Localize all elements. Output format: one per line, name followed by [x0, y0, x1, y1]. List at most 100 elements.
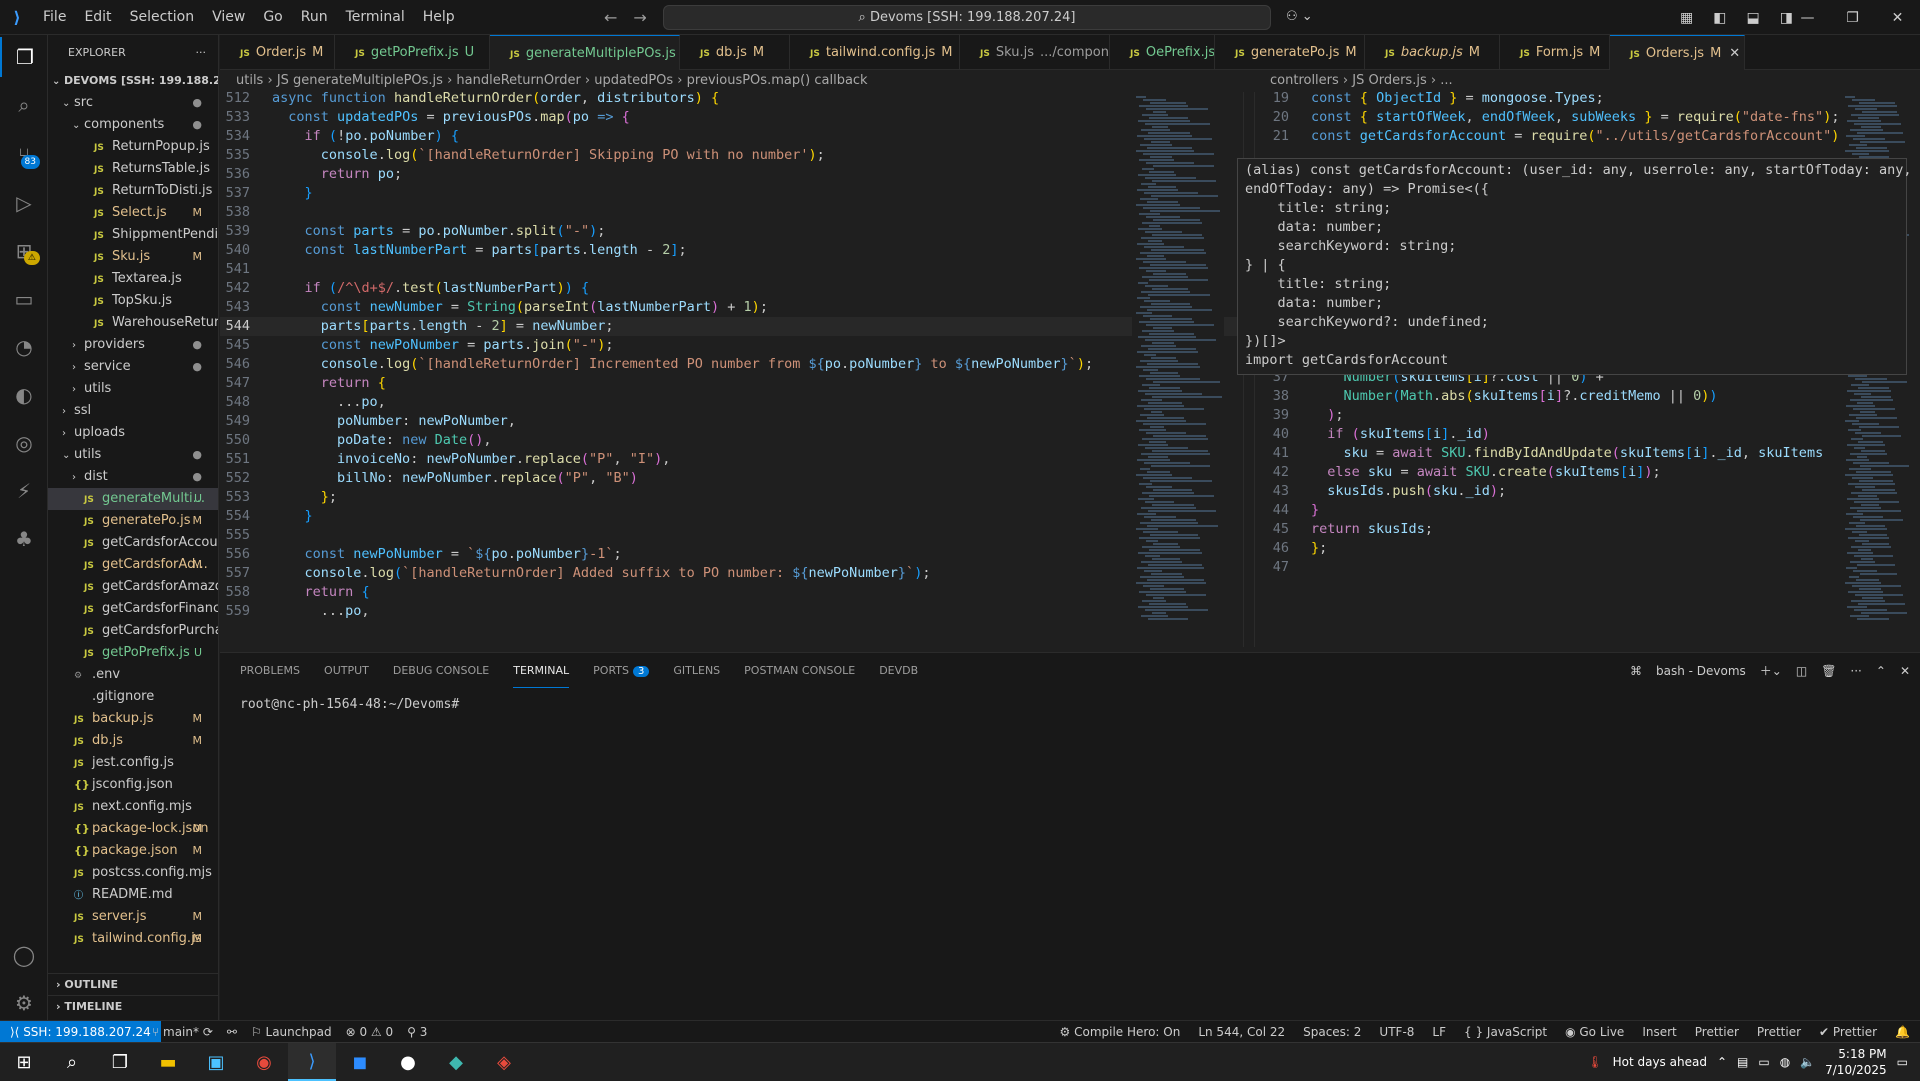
- minimize-icon[interactable]: —: [1785, 10, 1830, 26]
- app-icon-2[interactable]: ◆: [432, 1043, 480, 1081]
- tree-item[interactable]: › utils: [48, 378, 218, 400]
- code-line[interactable]: 40 if (skuItems[i]._id): [1255, 425, 1920, 444]
- tree-item[interactable]: › service ●: [48, 356, 218, 378]
- code-line[interactable]: 553 };: [220, 488, 1250, 507]
- close-window-icon[interactable]: ✕: [1875, 10, 1920, 26]
- customize-layout-icon[interactable]: ▦: [1680, 10, 1693, 26]
- golive-status[interactable]: ◉ Go Live: [1565, 1021, 1624, 1043]
- copilot-icon[interactable]: ⚇ ⌄: [1286, 9, 1313, 24]
- outline-section[interactable]: › OUTLINE: [48, 973, 218, 995]
- battery-icon[interactable]: ▭: [1758, 1055, 1769, 1069]
- tree-item[interactable]: JS server.js M: [48, 906, 218, 928]
- tree-item[interactable]: JS jest.config.js: [48, 752, 218, 774]
- deploy-icon[interactable]: ⚡: [0, 471, 48, 511]
- more-icon[interactable]: ···: [1850, 664, 1861, 678]
- breadcrumb-item[interactable]: JS generateMultiplePOs.js: [277, 73, 443, 88]
- toggle-sidebar-icon[interactable]: ◧: [1713, 10, 1726, 26]
- indentation[interactable]: Spaces: 2: [1303, 1021, 1361, 1043]
- encoding[interactable]: UTF-8: [1379, 1021, 1414, 1043]
- source-control-icon[interactable]: ⑂83: [0, 135, 48, 175]
- file-explorer-icon[interactable]: ▬: [144, 1043, 192, 1081]
- code-line[interactable]: 543 const newNumber = String(parseInt(la…: [220, 298, 1250, 317]
- tree-item[interactable]: › providers ●: [48, 334, 218, 356]
- breadcrumb-item[interactable]: updatedPOs: [594, 73, 673, 88]
- breadcrumb-item[interactable]: controllers: [1270, 73, 1339, 88]
- breadcrumb-item[interactable]: JS Orders.js: [1352, 73, 1426, 88]
- anydesk-icon[interactable]: ◈: [480, 1043, 528, 1081]
- code-line[interactable]: 534 if (!po.poNumber) {: [220, 127, 1250, 146]
- minimap-left[interactable]: [1132, 92, 1224, 647]
- tree-item[interactable]: JS backup.js M: [48, 708, 218, 730]
- problems-status[interactable]: ⊗ 0 ⚠ 0: [346, 1021, 394, 1043]
- toggle-panel-icon[interactable]: ⬓: [1746, 10, 1759, 26]
- panel-tab-ports[interactable]: PORTS 3: [593, 653, 650, 688]
- tree-item[interactable]: JS ReturnToDisti.js: [48, 180, 218, 202]
- tree-item[interactable]: JS getCardsforPurchasi...: [48, 620, 218, 642]
- breadcrumb-item[interactable]: utils: [236, 73, 263, 88]
- code-line[interactable]: 558 return {: [220, 583, 1250, 602]
- back-arrow-icon[interactable]: ←: [604, 8, 617, 27]
- code-line[interactable]: 547 return {: [220, 374, 1250, 393]
- insert-mode[interactable]: Insert: [1642, 1021, 1676, 1043]
- close-tab-icon[interactable]: ✕: [1729, 46, 1740, 61]
- maximize-panel-icon[interactable]: ⌃: [1876, 664, 1886, 678]
- explorer-icon[interactable]: ❐: [0, 37, 48, 77]
- code-line[interactable]: 535 console.log(`[handleReturnOrder] Ski…: [220, 146, 1250, 165]
- ports-status[interactable]: ⚲ 3: [407, 1021, 427, 1043]
- terminal-prompt[interactable]: root@nc-ph-1564-48:~/Devoms#: [240, 697, 459, 712]
- gitlens-icon[interactable]: ◐: [0, 375, 48, 415]
- tree-item[interactable]: JS Select.js M: [48, 202, 218, 224]
- code-line[interactable]: 38 Number(Math.abs(skuItems[i]?.creditMe…: [1255, 387, 1920, 406]
- tree-item[interactable]: JS tailwind.config.js M: [48, 928, 218, 950]
- code-line[interactable]: 554 }: [220, 507, 1250, 526]
- panel-tab-gitlens[interactable]: GITLENS: [673, 653, 720, 688]
- store-icon[interactable]: ▣: [192, 1043, 240, 1081]
- code-line[interactable]: 552 billNo: newPoNumber.replace("P", "B"…: [220, 469, 1250, 488]
- search-view-icon[interactable]: ⌕: [0, 85, 48, 125]
- tray-app-icon[interactable]: ▤: [1737, 1055, 1748, 1069]
- editor-tab[interactable]: JSOePrefix.jsU: [1110, 35, 1215, 70]
- code-line[interactable]: 538: [220, 203, 1250, 222]
- restore-icon[interactable]: ❐: [1830, 10, 1875, 26]
- tree-item[interactable]: ⌄ components ●: [48, 114, 218, 136]
- close-panel-icon[interactable]: ✕: [1900, 664, 1910, 678]
- breadcrumb-item[interactable]: ...: [1440, 73, 1452, 88]
- panel-tab-problems[interactable]: PROBLEMS: [240, 653, 300, 688]
- editor-tab[interactable]: JS db.js M: [680, 35, 790, 70]
- forward-arrow-icon[interactable]: →: [633, 8, 646, 27]
- code-line[interactable]: 39 );: [1255, 406, 1920, 425]
- code-line[interactable]: 544 parts[parts.length - 2] = newNumber;: [220, 317, 1250, 336]
- tree-item[interactable]: JS getPoPrefix.js U: [48, 642, 218, 664]
- breadcrumb-item[interactable]: previousPOs.map() callback: [687, 73, 868, 88]
- gitlens-graph-icon[interactable]: ◎: [0, 423, 48, 463]
- code-line[interactable]: 42 else sku = await SKU.create(skuItems[…: [1255, 463, 1920, 482]
- menu-go[interactable]: Go: [254, 0, 291, 35]
- panel-tab-devdb[interactable]: DEVDB: [879, 653, 918, 688]
- tree-item[interactable]: JS getCardsforAd... M: [48, 554, 218, 576]
- prettier-status-3[interactable]: ✔ Prettier: [1819, 1021, 1877, 1043]
- tree-item[interactable]: ⚙ .env: [48, 664, 218, 686]
- python-icon[interactable]: ♣: [0, 519, 48, 559]
- task-view-icon[interactable]: ❐: [96, 1043, 144, 1081]
- code-line[interactable]: 551 invoiceNo: newPoNumber.replace("P", …: [220, 450, 1250, 469]
- workspace-root[interactable]: ⌄DEVOMS [SSH: 199.188.20...: [48, 70, 218, 92]
- editor-tab[interactable]: JSgenerateMultiplePOs.jsU✕: [490, 35, 680, 70]
- code-line[interactable]: 533 const updatedPOs = previousPOs.map(p…: [220, 108, 1250, 127]
- start-icon[interactable]: ⊞: [0, 1043, 48, 1081]
- tree-item[interactable]: {} jsconfig.json: [48, 774, 218, 796]
- timeline-section[interactable]: › TIMELINE: [48, 995, 218, 1017]
- code-line[interactable]: 541: [220, 260, 1250, 279]
- compile-hero-status[interactable]: ⚙ Compile Hero: On: [1060, 1021, 1181, 1043]
- branch-status[interactable]: ⑂ main* ⟳: [152, 1021, 213, 1043]
- code-line[interactable]: 44}: [1255, 501, 1920, 520]
- weather-label[interactable]: Hot days ahead: [1613, 1055, 1707, 1069]
- vscode-taskbar-icon[interactable]: ⟩: [288, 1043, 336, 1081]
- zoom-icon[interactable]: ◼: [336, 1043, 384, 1081]
- new-terminal-icon[interactable]: ＋⌄: [1760, 662, 1782, 679]
- tree-item[interactable]: ⓘ README.md: [48, 884, 218, 906]
- code-line[interactable]: 512 async function handleReturnOrder(orde…: [220, 92, 1250, 108]
- code-line[interactable]: 539 const parts = po.poNumber.split("-")…: [220, 222, 1250, 241]
- code-line[interactable]: 536 return po;: [220, 165, 1250, 184]
- menu-selection[interactable]: Selection: [121, 0, 204, 35]
- tree-item[interactable]: › dist ●: [48, 466, 218, 488]
